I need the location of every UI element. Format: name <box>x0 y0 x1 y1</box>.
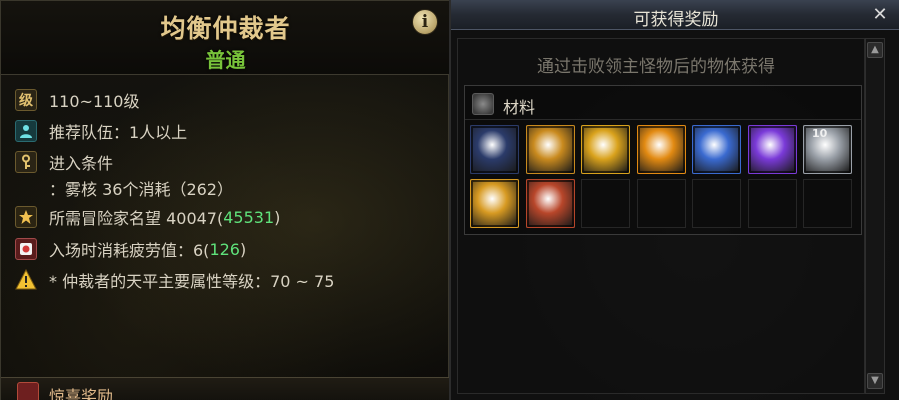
dungeon-header: 均衡仲裁者 普通 i <box>1 1 450 75</box>
entry-detail: ：雾核 36个消耗（262） <box>49 180 233 199</box>
gold-blue-crystal-item[interactable] <box>526 125 575 174</box>
blue-cube-item[interactable] <box>692 125 741 174</box>
gold-chest-item[interactable] <box>470 179 519 228</box>
level-icon: 级 <box>15 89 37 111</box>
rewards-title: 可获得奖励 <box>633 10 719 30</box>
item-slot[interactable] <box>526 179 575 228</box>
item-slot[interactable] <box>581 125 630 174</box>
blue-orb-item[interactable] <box>470 125 519 174</box>
purple-cube-item[interactable] <box>748 125 797 174</box>
party-icon <box>15 120 37 142</box>
rewards-panel: 可获得奖励 ✕ 通过击败领主怪物后的物体获得 ▲ ▼ 材料 10 <box>449 0 899 400</box>
level-range: 110~110级 <box>49 92 140 111</box>
bonus-reward-label: 惊喜奖励 <box>49 387 114 400</box>
category-label: 材料 <box>503 98 536 117</box>
item-slot <box>692 179 741 228</box>
item-slot <box>803 179 852 228</box>
warning-icon <box>15 269 37 291</box>
item-slot <box>581 179 630 228</box>
lock-badge: 10 <box>812 127 828 140</box>
level-row: 级 110~110级 <box>15 88 140 112</box>
rewards-description: 通过击败领主怪物后的物体获得 <box>537 57 775 77</box>
item-slot[interactable]: 10 <box>803 125 852 174</box>
scroll-up-icon[interactable]: ▲ <box>867 42 883 58</box>
fatigue-value: 126 <box>209 239 240 259</box>
item-slot[interactable] <box>637 125 686 174</box>
entry-row: 进入条件 <box>15 150 113 174</box>
info-icon[interactable]: i <box>412 9 438 35</box>
item-slot[interactable] <box>692 125 741 174</box>
fame-row: 所需冒险家名望 40047(45531) <box>15 205 280 229</box>
fame-value: 45531 <box>223 207 275 227</box>
rewards-header: 可获得奖励 ✕ <box>451 0 899 30</box>
category-header: 材料 <box>465 86 861 120</box>
silver-cube-item[interactable]: 10 <box>803 125 852 174</box>
item-slot <box>748 179 797 228</box>
item-slot[interactable] <box>748 125 797 174</box>
rewards-scrollbar[interactable]: ▲ ▼ <box>865 38 885 394</box>
close-button[interactable]: ✕ <box>869 4 891 26</box>
dungeon-difficulty: 普通 <box>205 48 246 72</box>
bonus-reward-bar[interactable]: 惊喜奖励 <box>1 377 450 400</box>
warning-text: * 仲裁者的天平主要属性等级：70 ~ 75 <box>49 272 335 291</box>
fame-close: ) <box>274 207 281 227</box>
dungeon-info-panel: 均衡仲裁者 普通 i 级 110~110级 推荐队伍：1人以上 进入条件 ：雾核… <box>0 0 450 400</box>
fame-icon <box>15 206 37 228</box>
orange-gem-item[interactable] <box>637 125 686 174</box>
fatigue-label: 入场时消耗疲劳值：6( <box>49 241 210 260</box>
fame-label: 所需冒险家名望 40047( <box>49 209 224 228</box>
fatigue-row: 入场时消耗疲劳值：6(126) <box>15 237 246 261</box>
gift-icon <box>17 382 39 400</box>
fatigue-close: ) <box>239 239 247 259</box>
item-slot[interactable] <box>470 125 519 174</box>
item-slot <box>637 179 686 228</box>
key-icon <box>15 151 37 173</box>
gold-ticket-item[interactable] <box>581 125 630 174</box>
material-category-icon <box>472 93 494 115</box>
dungeon-title: 均衡仲裁者 <box>160 14 291 43</box>
party-row: 推荐队伍：1人以上 <box>15 119 187 143</box>
red-box-item[interactable] <box>526 179 575 228</box>
entry-label: 进入条件 <box>49 154 114 173</box>
party-text: 推荐队伍：1人以上 <box>49 123 188 142</box>
fatigue-icon <box>15 238 37 260</box>
warning-row: * 仲裁者的天平主要属性等级：70 ~ 75 <box>15 268 334 292</box>
item-slot[interactable] <box>470 179 519 228</box>
scroll-down-icon[interactable]: ▼ <box>867 373 883 389</box>
item-slot[interactable] <box>526 125 575 174</box>
